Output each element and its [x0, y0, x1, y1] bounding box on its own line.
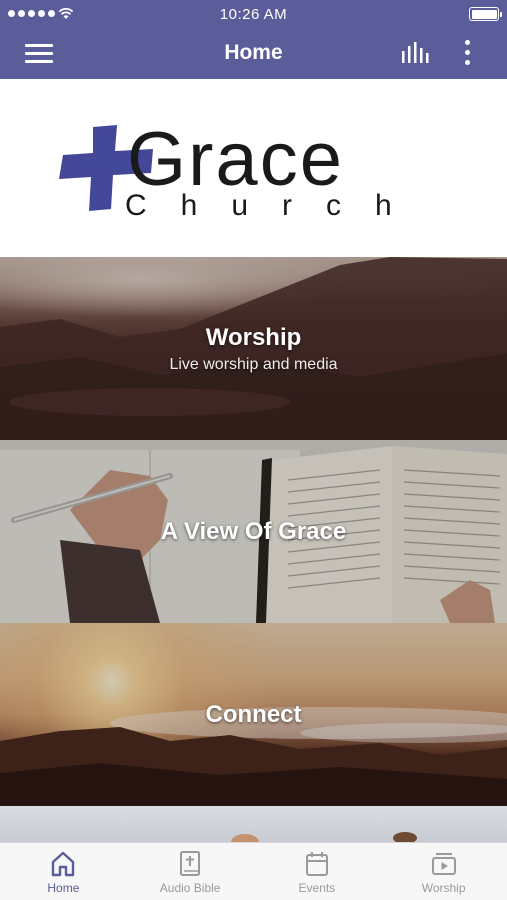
a-view-of-grace-tile[interactable]: A View Of Grace	[0, 440, 507, 623]
church-logo-banner: Grace Church	[0, 79, 507, 257]
home-icon	[52, 851, 75, 877]
tab-events[interactable]: Events	[254, 843, 381, 900]
page-title: Home	[224, 41, 283, 64]
worship-tile[interactable]: Worship Live worship and media	[0, 257, 507, 440]
tab-home-label: Home	[47, 881, 80, 895]
connect-tile[interactable]: Connect	[0, 623, 507, 806]
a-view-of-grace-tile-title: A View Of Grace	[160, 517, 347, 545]
navigation-bar: Home	[0, 28, 507, 79]
tab-worship[interactable]: Worship	[380, 843, 507, 900]
tab-home[interactable]: Home	[0, 843, 127, 900]
tab-audio-bible[interactable]: Audio Bible	[127, 843, 254, 900]
tab-worship-label: Worship	[421, 881, 466, 895]
grace-church-logo: Grace Church	[59, 123, 426, 222]
battery-icon	[469, 7, 502, 21]
bible-icon	[180, 851, 201, 876]
bottom-tab-bar: Home Audio Bible Events Worship	[0, 842, 507, 900]
next-tile-background	[0, 806, 507, 842]
tab-audio-bible-label: Audio Bible	[159, 881, 221, 895]
equalizer-icon[interactable]	[400, 41, 430, 65]
connect-tile-title: Connect	[205, 700, 302, 728]
status-time: 10:26 AM	[219, 6, 288, 23]
status-bar: 10:26 AM	[0, 0, 507, 28]
video-play-icon	[431, 853, 456, 875]
more-vertical-icon[interactable]	[458, 39, 478, 67]
tab-events-label: Events	[298, 881, 336, 895]
worship-tile-subtitle: Live worship and media	[169, 355, 338, 373]
next-tile-partial[interactable]	[0, 806, 507, 842]
worship-tile-title: Worship	[205, 323, 302, 351]
calendar-icon	[305, 852, 328, 876]
logo-word-church: Church	[125, 189, 426, 222]
